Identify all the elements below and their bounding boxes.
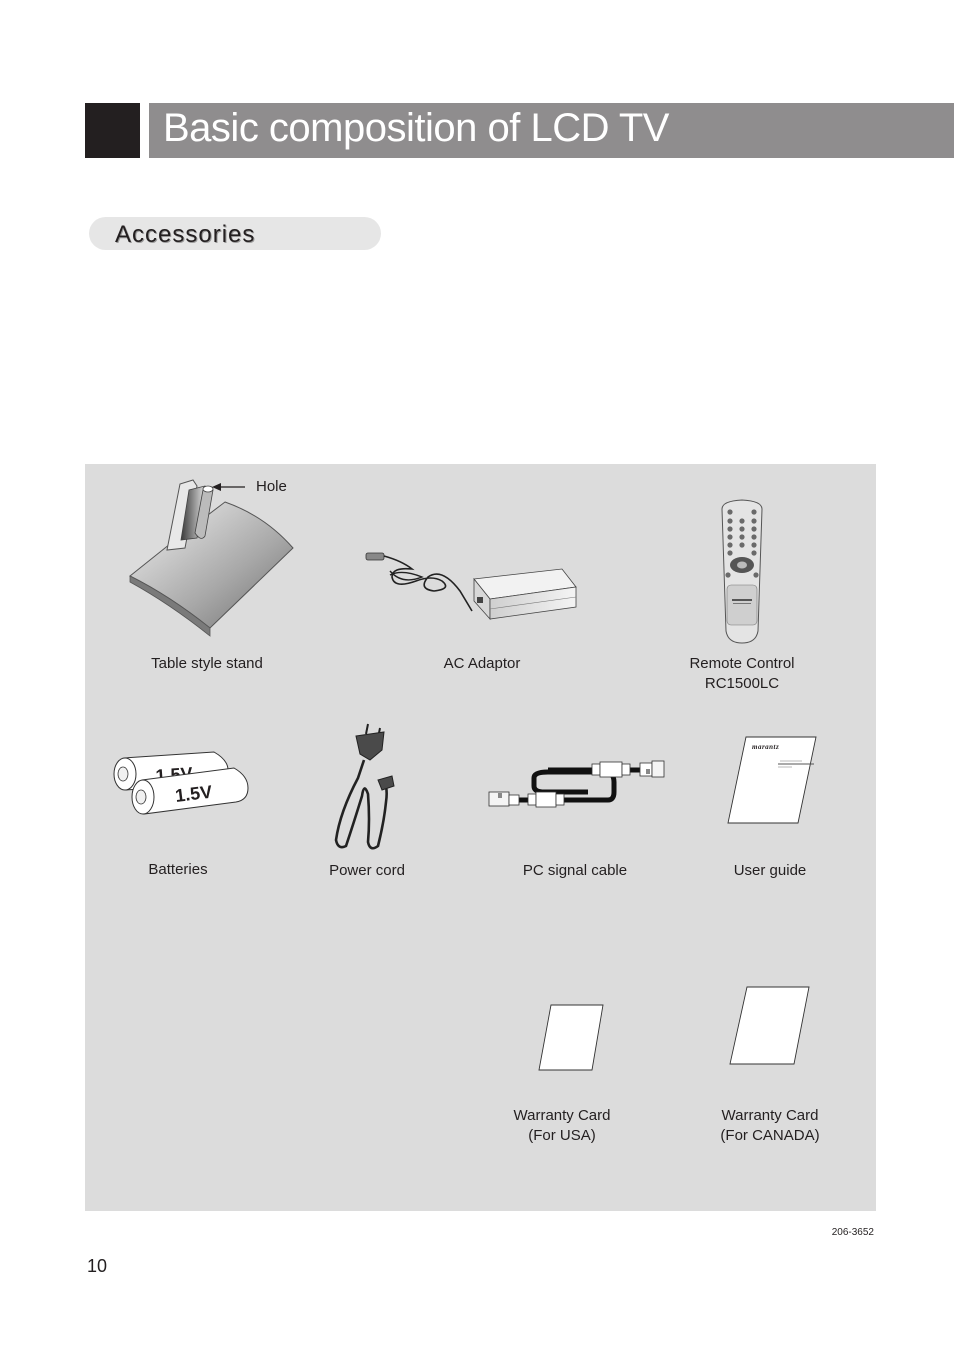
warranty-card-canada-line1: Warranty Card: [721, 1107, 819, 1124]
warranty-card-canada-illustration: [729, 986, 810, 1065]
user-guide-brand: marantz: [752, 743, 779, 751]
warranty-card-usa-line1: Warranty Card: [513, 1107, 611, 1124]
hole-callout-label: Hole: [256, 478, 287, 495]
remote-control-label-line1: Remote Control: [689, 655, 795, 672]
section-heading: Accessories: [115, 221, 256, 248]
warranty-card-usa-line2: (For USA): [528, 1127, 596, 1144]
warranty-card-usa-label: Warranty Card (For USA): [492, 1106, 632, 1146]
remote-control-illustration: [721, 499, 763, 644]
warranty-card-usa-illustration: [538, 1004, 604, 1071]
page-title: Basic composition of LCD TV: [163, 106, 669, 150]
ac-adaptor-illustration: [365, 552, 577, 621]
warranty-card-canada-label: Warranty Card (For CANADA): [700, 1106, 840, 1146]
pc-signal-cable-label: PC signal cable: [522, 862, 628, 879]
page-number: 10: [87, 1256, 108, 1276]
table-stand-label: Table style stand: [151, 655, 263, 672]
user-guide-label: User guide: [733, 862, 807, 879]
user-guide-illustration: marantz: [727, 736, 817, 824]
table-stand-illustration: [129, 479, 294, 637]
batteries-label: Batteries: [148, 861, 208, 878]
pc-signal-cable-illustration: [488, 760, 665, 808]
document-code: 206-3652: [831, 1227, 874, 1238]
remote-control-label: Remote Control RC1500LC: [672, 654, 812, 694]
warranty-card-canada-line2: (For CANADA): [720, 1127, 820, 1144]
power-cord-illustration: [334, 723, 395, 850]
title-block-marker: [85, 103, 140, 158]
hole-arrow-icon: [212, 483, 245, 491]
batteries-illustration: 1.5V 1.5V: [113, 751, 249, 815]
remote-control-model: RC1500LC: [704, 675, 780, 692]
power-cord-label: Power cord: [329, 862, 405, 879]
ac-adaptor-label: AC Adaptor: [443, 655, 521, 672]
